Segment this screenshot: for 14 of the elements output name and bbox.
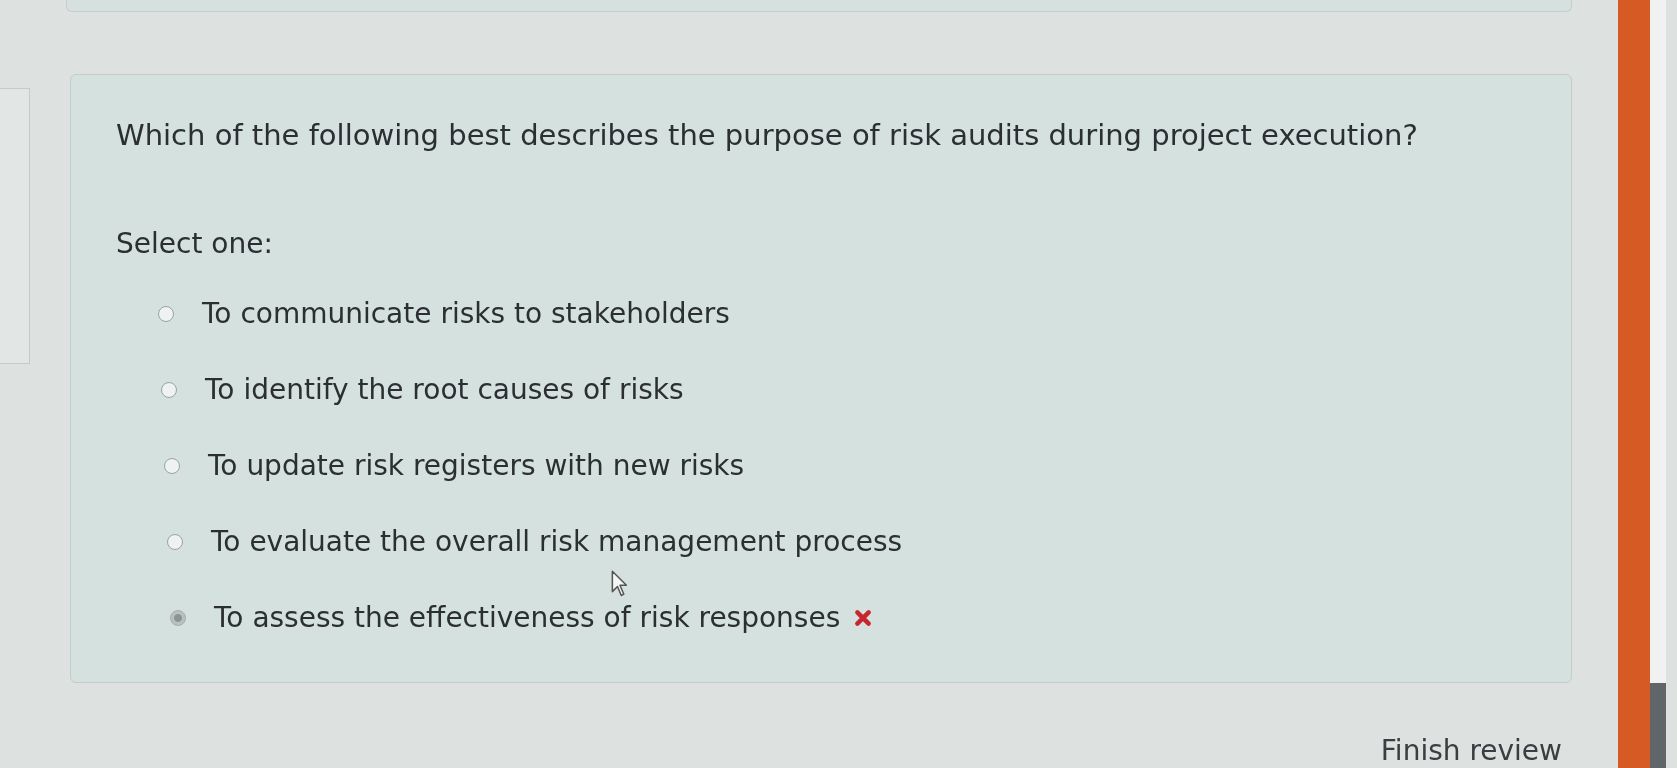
radio-button[interactable] — [164, 458, 180, 474]
mouse-pointer-icon — [611, 570, 629, 598]
finish-review-link[interactable]: Finish review — [1380, 734, 1562, 768]
option-label[interactable]: To assess the effectiveness of risk responses — [214, 599, 841, 637]
radio-button[interactable] — [161, 382, 177, 398]
radio-button[interactable] — [158, 306, 174, 322]
option-label[interactable]: To update risk registers with new risks — [208, 447, 745, 485]
select-prompt: Select one: — [116, 226, 274, 262]
radio-button[interactable] — [170, 610, 186, 626]
question-text: Which of the following best describes the purpose of risk audits during project execution? — [116, 117, 1419, 154]
option-label[interactable]: To identify the root causes of risks — [205, 371, 684, 409]
option-label[interactable]: To communicate risks to stakeholders — [202, 295, 730, 333]
radio-button[interactable] — [167, 534, 183, 550]
option-label[interactable]: To evaluate the overall risk management process — [211, 523, 903, 561]
